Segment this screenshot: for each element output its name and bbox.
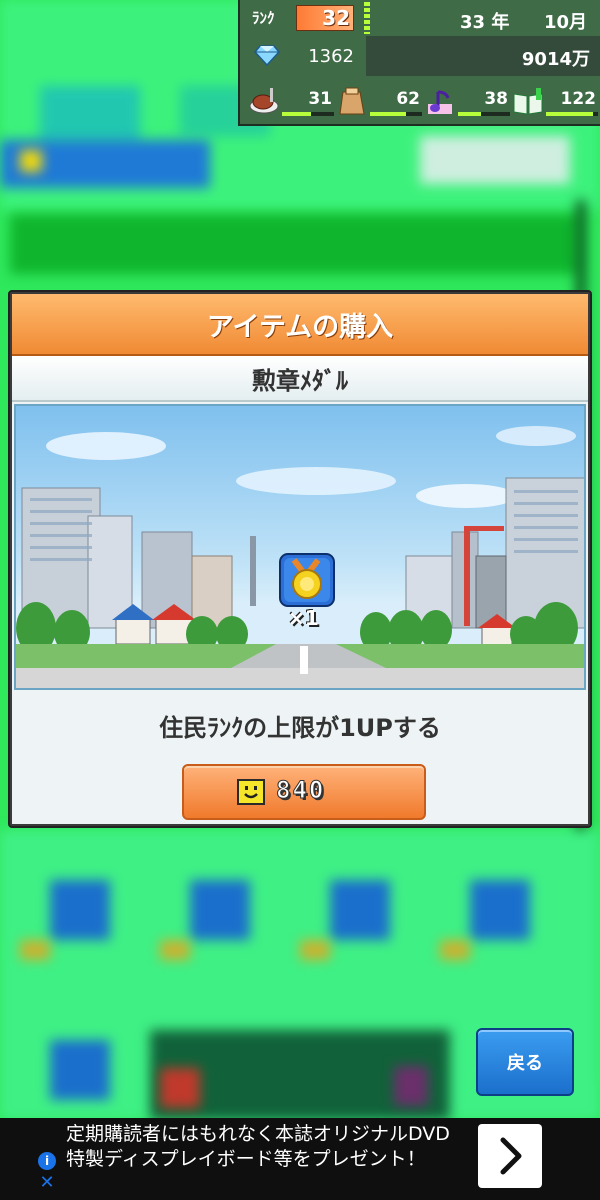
chevron-right-icon [500,1137,522,1175]
goods-icon [339,87,365,115]
item-description: 住民ﾗﾝｸの上限が1UPする [159,714,441,742]
city-scene-art [16,426,584,688]
resource-value: 38 [484,89,508,109]
resource-bar [546,112,598,116]
item-quantity: ×1 [288,606,319,630]
dialog-title: アイテムの購入 [12,294,588,356]
food-icon [249,88,279,114]
money-display: 9014万 [521,49,590,70]
medal-icon [279,553,335,607]
resource-bar [370,112,422,116]
resource-value: 62 [396,89,420,109]
dialog-body: 勲章ﾒﾀﾞﾙ ×1 住民ﾗﾝｸの上限が1UPする 840 [12,356,588,824]
ad-close-icon[interactable]: ✕ [38,1174,56,1192]
purchase-price: 840 [275,776,326,805]
ad-info-icon[interactable]: i [38,1152,56,1170]
gem-count: 1362 [308,46,354,67]
resource-bar [282,112,334,116]
city-scene-illustration: ×1 [14,404,586,690]
smiley-coin-icon [237,779,265,805]
rank-gauge [364,2,370,34]
music-icon [428,90,452,114]
purchase-dialog: アイテムの購入 勲章ﾒﾀﾞﾙ ×1 住民ﾗﾝｸの上限が1UPする 840 [8,290,592,828]
back-button[interactable]: 戻る [476,1028,574,1096]
ad-banner[interactable]: i ✕ 定期購読者にはもれなく本誌オリジナルDVD 特製ディスプレイボード等をプ… [0,1118,600,1200]
item-name: 勲章ﾒﾀﾞﾙ [12,356,588,402]
resource-bar [458,112,510,116]
book-icon [513,88,543,115]
gem-icon [254,45,280,66]
rank-value: 32 [322,6,350,30]
resource-value: 122 [560,89,597,109]
month-display: 10月 [544,12,588,33]
status-panel: ﾗﾝｸ 32 33 年 10月 1362 9014万 31 62 38 122 [238,0,600,126]
year-display: 33 年 [460,12,510,33]
ad-arrow-button[interactable] [478,1124,542,1188]
rank-label: ﾗﾝｸ [252,9,275,27]
resource-value: 31 [308,89,332,109]
ad-text[interactable]: 定期購読者にはもれなく本誌オリジナルDVD 特製ディスプレイボード等をプレゼント… [66,1122,466,1172]
purchase-button[interactable]: 840 [182,764,426,820]
